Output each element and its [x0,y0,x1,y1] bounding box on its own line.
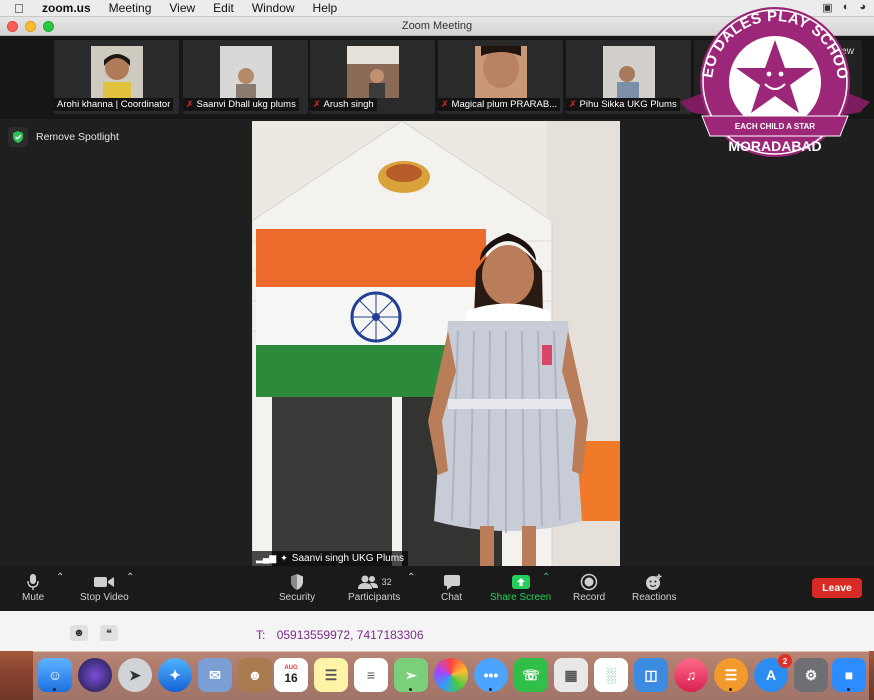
participant-thumb[interactable]: ✗ Pihu Sikka UKG Plums [566,40,691,114]
menu-window[interactable]: Window [252,1,295,15]
participant-video [219,46,272,98]
spotlight-area: Remove Spotlight ▂▄▆ ✦ Saanvi singh UKG … [0,119,874,568]
participant-thumb[interactable]: ✗ Magical plum PRARAB... [438,40,563,114]
safari-icon[interactable]: ✦ [158,658,192,692]
finder-icon[interactable]: ☺ [38,658,72,692]
reactions-button[interactable]: Reactions [632,572,676,603]
participants-button[interactable]: 32 Participants [348,572,400,603]
mic-muted-icon: ✗ [186,99,194,109]
contact-line: T: 05913559972, 7417183306 [256,628,424,642]
participant-name-label: ✗ Magical plum PRARAB... [438,98,561,111]
reminders-icon[interactable]: ≡ [354,658,388,692]
video-frame [252,121,620,568]
school-logo: NEO DALES PLAY SCHOOL EACH CHILD A STAR … [680,4,870,157]
participant-thumb[interactable]: ✗ Arush singh [310,40,435,114]
menu-view[interactable]: View [169,1,195,15]
contacts-icon[interactable]: ☻ [238,658,272,692]
record-icon [580,572,598,592]
participant-video [90,46,143,98]
keynote-icon[interactable]: ▦ [554,658,588,692]
pin-icon: ✦ [280,553,288,563]
mic-muted-icon: ✗ [569,99,577,109]
person-icon[interactable]: ☻ [70,625,88,641]
smiley-plus-icon [644,572,664,592]
microphone-icon [26,572,40,592]
remove-spotlight-button[interactable]: Remove Spotlight [8,127,119,147]
mail-icon[interactable]: ✉ [198,658,232,692]
zoom-icon[interactable]: ■ [832,658,866,692]
video-options-chevron-icon[interactable]: ⌃ [126,572,134,583]
participant-name-label: ✗ Pihu Sikka UKG Plums [566,98,680,111]
facetime-icon[interactable]: ☏ [514,658,548,692]
notes-icon[interactable]: ☰ [314,658,348,692]
menu-app-name[interactable]: zoom.us [42,1,91,15]
mute-button[interactable]: Mute [22,572,44,603]
participant-video [474,46,527,98]
background-document: ☻ ❝ T: 05913559972, 7417183306 [0,611,874,651]
mute-options-chevron-icon[interactable]: ⌃ [56,572,64,583]
signal-strength-icon: ▂▄▆ [256,553,277,563]
record-button[interactable]: Record [573,572,605,603]
participant-name-label: ✗ Arush singh [310,98,377,111]
books-icon[interactable]: ☰ [714,658,748,692]
siri-icon[interactable] [78,658,112,692]
quote-bubble-icon[interactable]: ❝ [100,625,118,641]
school-tagline: EACH CHILD A STAR [735,122,815,131]
messages-icon[interactable]: ••• [474,658,508,692]
mac-dock: ☺ ➤ ✦ ✉ ☻ AUG 16 ☰ ≡ ➢ ••• ☏ ▦ ░ ◫ ♫ ☰ A… [0,651,874,700]
numbers-icon[interactable]: ░ [594,658,628,692]
mic-muted-icon: ✗ [313,99,321,109]
notification-badge: 2 [778,654,792,668]
leave-meeting-button[interactable]: Leave [812,578,862,598]
active-speaker-label: ▂▄▆ ✦ Saanvi singh UKG Plums [252,551,409,566]
participants-chevron-icon[interactable]: ⌃ [407,572,415,583]
photos-icon[interactable] [434,658,468,692]
school-city: MORADABAD [728,138,821,154]
maps-icon[interactable]: ➢ [394,658,428,692]
participant-video [602,46,655,98]
launchpad-icon[interactable]: ➤ [118,658,152,692]
security-button[interactable]: Security [279,572,315,603]
app-store-icon[interactable]: A 2 [754,654,792,692]
participants-icon: 32 [357,572,392,592]
music-icon[interactable]: ♫ [674,658,708,692]
share-options-chevron-icon[interactable]: ⌃ [542,572,550,583]
participant-thumb[interactable]: Arohi khanna | Coordinator [54,40,179,114]
shield-check-icon [8,127,28,147]
chat-button[interactable]: Chat [441,572,462,603]
spotlight-video: ▂▄▆ ✦ Saanvi singh UKG Plums [252,121,620,568]
calendar-icon[interactable]: AUG 16 [274,658,308,692]
participant-name-label: Arohi khanna | Coordinator [54,98,174,111]
mic-muted-icon: ✗ [441,99,449,109]
system-preferences-icon[interactable]: ⚙ [794,658,828,692]
stop-video-button[interactable]: Stop Video [80,572,129,603]
chat-bubble-icon [443,572,461,592]
participants-count: 32 [381,577,392,587]
menu-edit[interactable]: Edit [213,1,234,15]
participant-name-label: ✗ Saanvi Dhall ukg plums [183,98,299,111]
menu-meeting[interactable]: Meeting [109,1,152,15]
participant-thumb[interactable]: ✗ Saanvi Dhall ukg plums [183,40,308,114]
meeting-toolbar: Mute ⌃ Stop Video ⌃ Security 32 Particip… [0,566,874,611]
security-shield-icon [289,572,305,592]
menu-help[interactable]: Help [313,1,338,15]
participant-video [346,46,399,98]
share-screen-icon [511,572,531,592]
apple-icon[interactable]:  [14,1,28,16]
video-camera-icon [93,572,115,592]
keynote-presenter-icon[interactable]: ◫ [634,658,668,692]
